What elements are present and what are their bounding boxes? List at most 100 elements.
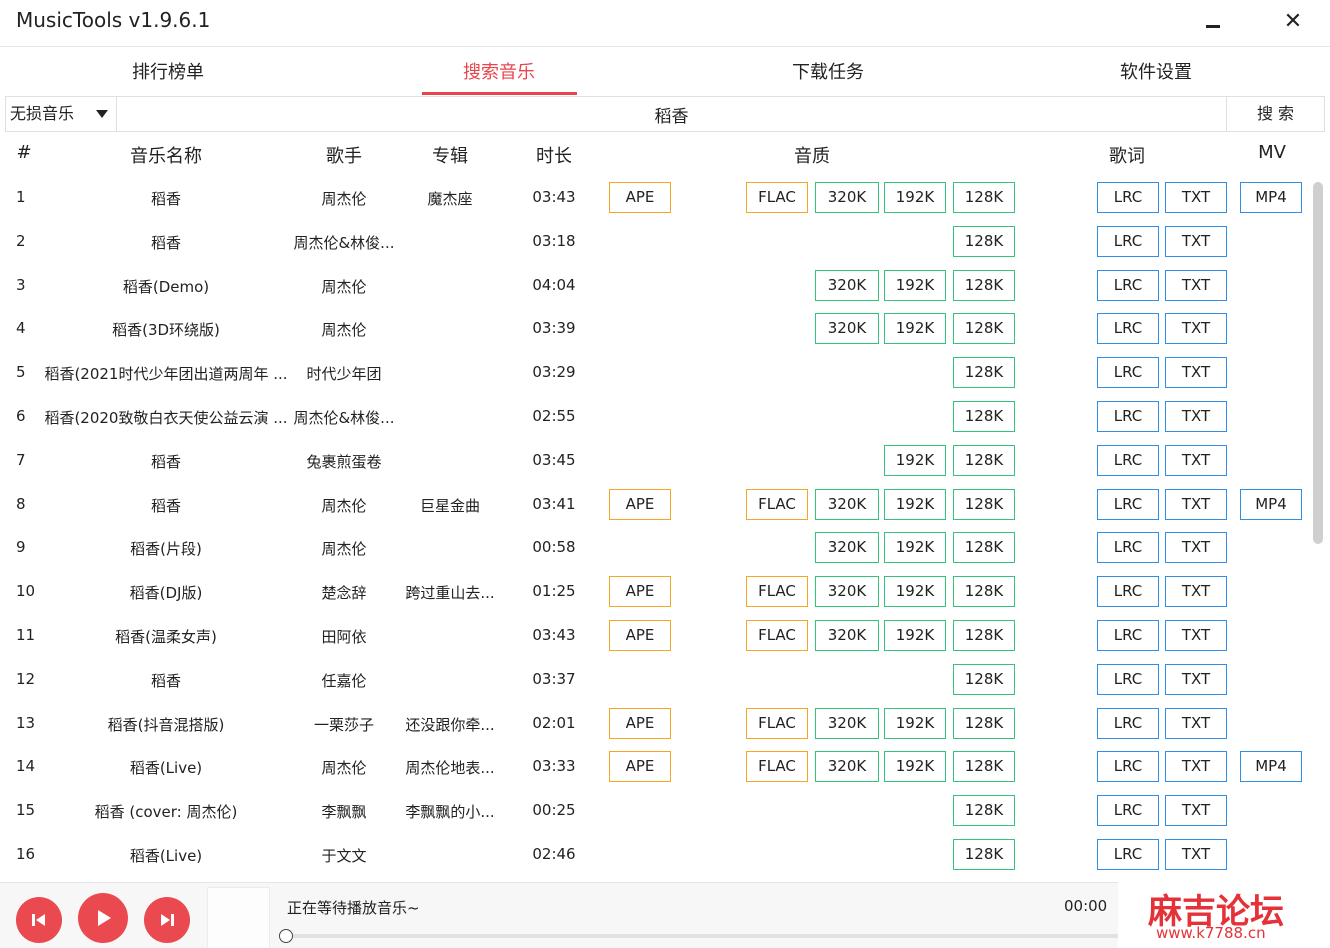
- table-row[interactable]: 9 稻香(片段) 周杰伦 00:58 320K 192K 128K LRC TXT: [0, 526, 1308, 570]
- table-row[interactable]: 5 稻香(2021时代少年团出道两周年 ... 时代少年团 03:29 128K LRC T…: [0, 351, 1308, 395]
- quality-ape-button[interactable]: APE: [609, 488, 671, 520]
- tab-search-music[interactable]: 搜索音乐: [409, 47, 589, 97]
- lyrics-lrc-button[interactable]: LRC: [1097, 532, 1159, 564]
- mv-mp4-button[interactable]: MP4: [1240, 488, 1302, 520]
- table-row[interactable]: 2 稻香 周杰伦&林俊... 03:18 128K LRC TXT: [0, 220, 1308, 264]
- lyrics-lrc-button[interactable]: LRC: [1097, 444, 1159, 476]
- lyrics-lrc-button[interactable]: LRC: [1097, 576, 1159, 608]
- quality-192k-button[interactable]: 192K: [884, 620, 946, 651]
- quality-128k-button[interactable]: 128K: [953, 663, 1015, 695]
- lyrics-lrc-button[interactable]: LRC: [1097, 620, 1159, 651]
- quality-192k-button[interactable]: 192K: [884, 488, 946, 520]
- mv-mp4-button[interactable]: MP4: [1240, 751, 1302, 783]
- quality-ape-button[interactable]: APE: [609, 182, 671, 213]
- previous-button[interactable]: [16, 897, 62, 943]
- play-button[interactable]: [78, 893, 128, 943]
- quality-192k-button[interactable]: 192K: [884, 707, 946, 739]
- lyrics-lrc-button[interactable]: LRC: [1097, 795, 1159, 827]
- lyrics-lrc-button[interactable]: LRC: [1097, 488, 1159, 520]
- table-row[interactable]: 16 稻香(Live) 于文文 02:46 128K LRC TXT: [0, 833, 1308, 876]
- quality-192k-button[interactable]: 192K: [884, 444, 946, 476]
- lyrics-txt-button[interactable]: TXT: [1165, 488, 1227, 520]
- quality-320k-button[interactable]: 320K: [815, 751, 879, 783]
- quality-128k-button[interactable]: 128K: [953, 357, 1015, 389]
- quality-192k-button[interactable]: 192K: [884, 532, 946, 564]
- table-row[interactable]: 4 稻香(3D环绕版) 周杰伦 03:39 320K 192K 128K LRC TXT: [0, 307, 1308, 351]
- table-row[interactable]: 14 稻香(Live) 周杰伦 周杰伦地表... 03:33 APE FLAC 320K 192…: [0, 745, 1308, 789]
- results-scrollbar[interactable]: [1312, 180, 1324, 880]
- lyrics-lrc-button[interactable]: LRC: [1097, 357, 1159, 389]
- source-dropdown[interactable]: 无损音乐: [6, 97, 117, 131]
- quality-128k-button[interactable]: 128K: [953, 225, 1015, 257]
- quality-128k-button[interactable]: 128K: [953, 269, 1015, 301]
- quality-128k-button[interactable]: 128K: [953, 620, 1015, 651]
- quality-192k-button[interactable]: 192K: [884, 269, 946, 301]
- lyrics-txt-button[interactable]: TXT: [1165, 751, 1227, 783]
- quality-320k-button[interactable]: 320K: [815, 269, 879, 301]
- lyrics-lrc-button[interactable]: LRC: [1097, 313, 1159, 345]
- lyrics-txt-button[interactable]: TXT: [1165, 532, 1227, 564]
- quality-192k-button[interactable]: 192K: [884, 313, 946, 345]
- quality-128k-button[interactable]: 128K: [953, 313, 1015, 345]
- quality-128k-button[interactable]: 128K: [953, 182, 1015, 213]
- next-button[interactable]: [144, 897, 190, 943]
- quality-128k-button[interactable]: 128K: [953, 795, 1015, 827]
- progress-track[interactable]: [285, 934, 1125, 938]
- lyrics-lrc-button[interactable]: LRC: [1097, 751, 1159, 783]
- progress-knob[interactable]: [279, 929, 293, 943]
- quality-128k-button[interactable]: 128K: [953, 707, 1015, 739]
- quality-128k-button[interactable]: 128K: [953, 576, 1015, 608]
- lyrics-txt-button[interactable]: TXT: [1165, 225, 1227, 257]
- quality-flac-button[interactable]: FLAC: [746, 576, 808, 608]
- lyrics-lrc-button[interactable]: LRC: [1097, 707, 1159, 739]
- quality-128k-button[interactable]: 128K: [953, 751, 1015, 783]
- quality-128k-button[interactable]: 128K: [953, 532, 1015, 564]
- tab-charts[interactable]: 排行榜单: [78, 47, 258, 97]
- tab-downloads[interactable]: 下载任务: [738, 47, 918, 97]
- quality-192k-button[interactable]: 192K: [884, 576, 946, 608]
- table-row[interactable]: 1 稻香 周杰伦 魔杰座 03:43 APE FLAC 320K 192K 128K LRC TXT M…: [0, 176, 1308, 220]
- quality-320k-button[interactable]: 320K: [815, 576, 879, 608]
- quality-flac-button[interactable]: FLAC: [746, 488, 808, 520]
- lyrics-txt-button[interactable]: TXT: [1165, 795, 1227, 827]
- minimize-button[interactable]: [1193, 6, 1233, 36]
- table-row[interactable]: 13 稻香(抖音混搭版) 一栗莎子 还没跟你牵... 02:01 APE FLAC 320K 1…: [0, 702, 1308, 746]
- lyrics-lrc-button[interactable]: LRC: [1097, 269, 1159, 301]
- lyrics-lrc-button[interactable]: LRC: [1097, 225, 1159, 257]
- lyrics-txt-button[interactable]: TXT: [1165, 401, 1227, 432]
- quality-320k-button[interactable]: 320K: [815, 182, 879, 213]
- quality-320k-button[interactable]: 320K: [815, 532, 879, 564]
- table-row[interactable]: 3 稻香(Demo) 周杰伦 04:04 320K 192K 128K LRC TXT: [0, 264, 1308, 308]
- lyrics-txt-button[interactable]: TXT: [1165, 620, 1227, 651]
- quality-320k-button[interactable]: 320K: [815, 488, 879, 520]
- lyrics-txt-button[interactable]: TXT: [1165, 182, 1227, 213]
- quality-128k-button[interactable]: 128K: [953, 488, 1015, 520]
- table-row[interactable]: 8 稻香 周杰伦 巨星金曲 03:41 APE FLAC 320K 192K 128K LRC TXT…: [0, 483, 1308, 527]
- tab-settings[interactable]: 软件设置: [1066, 47, 1246, 97]
- table-row[interactable]: 7 稻香 兔裹煎蛋卷 03:45 192K 128K LRC TXT: [0, 439, 1308, 483]
- quality-ape-button[interactable]: APE: [609, 707, 671, 739]
- quality-ape-button[interactable]: APE: [609, 620, 671, 651]
- lyrics-txt-button[interactable]: TXT: [1165, 444, 1227, 476]
- lyrics-txt-button[interactable]: TXT: [1165, 707, 1227, 739]
- lyrics-lrc-button[interactable]: LRC: [1097, 839, 1159, 870]
- search-button[interactable]: 搜 索: [1226, 97, 1324, 131]
- table-row[interactable]: 10 稻香(DJ版) 楚念辞 跨过重山去... 01:25 APE FLAC 320K 192K…: [0, 570, 1308, 614]
- lyrics-txt-button[interactable]: TXT: [1165, 269, 1227, 301]
- table-row[interactable]: 6 稻香(2020致敬白衣天使公益云演 ... 周杰伦&林俊... 02:55 128K…: [0, 395, 1308, 439]
- quality-flac-button[interactable]: FLAC: [746, 751, 808, 783]
- quality-flac-button[interactable]: FLAC: [746, 707, 808, 739]
- quality-320k-button[interactable]: 320K: [815, 620, 879, 651]
- quality-ape-button[interactable]: APE: [609, 751, 671, 783]
- lyrics-txt-button[interactable]: TXT: [1165, 663, 1227, 695]
- scrollbar-thumb[interactable]: [1313, 182, 1323, 544]
- lyrics-txt-button[interactable]: TXT: [1165, 839, 1227, 870]
- quality-flac-button[interactable]: FLAC: [746, 620, 808, 651]
- lyrics-lrc-button[interactable]: LRC: [1097, 401, 1159, 432]
- quality-128k-button[interactable]: 128K: [953, 444, 1015, 476]
- lyrics-lrc-button[interactable]: LRC: [1097, 663, 1159, 695]
- lyrics-lrc-button[interactable]: LRC: [1097, 182, 1159, 213]
- lyrics-txt-button[interactable]: TXT: [1165, 357, 1227, 389]
- table-row[interactable]: 15 稻香 (cover: 周杰伦) 李飘飘 李飘飘的小... 00:25 128K LRC…: [0, 789, 1308, 833]
- table-row[interactable]: 11 稻香(温柔女声) 田阿依 03:43 APE FLAC 320K 192K 128K LRC…: [0, 614, 1308, 658]
